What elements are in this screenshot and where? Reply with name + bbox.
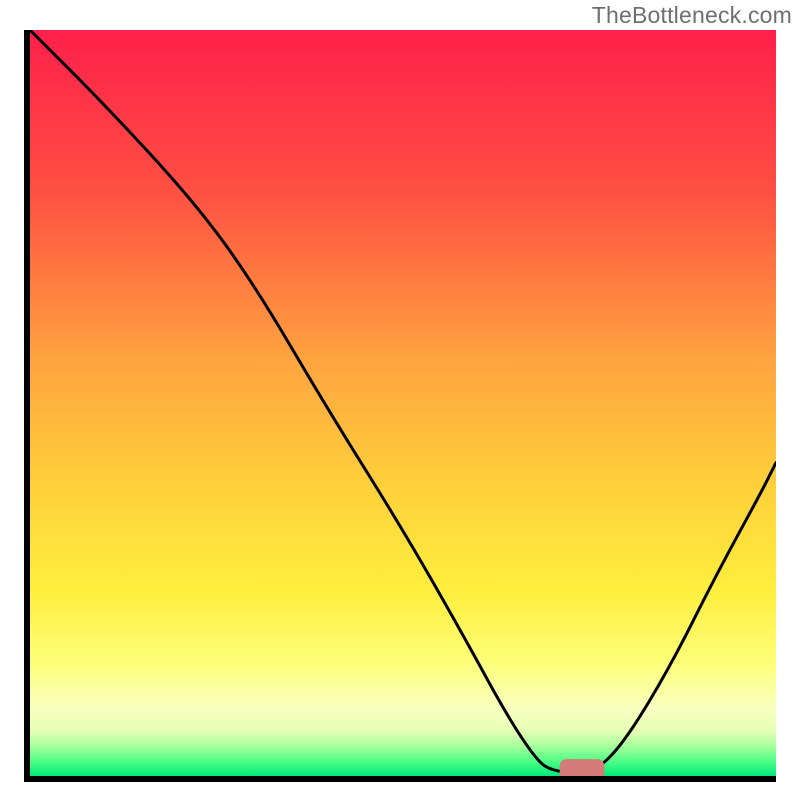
target-marker <box>560 759 605 776</box>
chart-svg <box>30 30 776 776</box>
bottleneck-chart: TheBottleneck.com <box>0 0 800 800</box>
watermark-text: TheBottleneck.com <box>592 2 792 29</box>
plot-area <box>24 30 776 782</box>
gradient-rect <box>30 30 776 776</box>
